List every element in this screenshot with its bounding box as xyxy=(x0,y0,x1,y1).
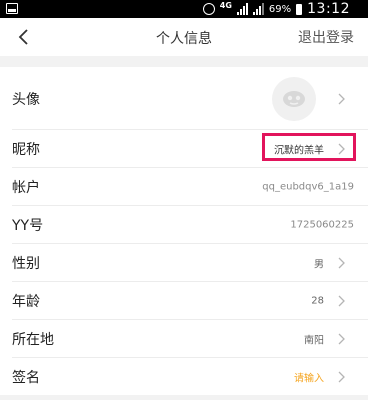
nickname-value: 沉默的羔羊 xyxy=(274,145,324,156)
signature-placeholder: 请输入 xyxy=(294,373,324,384)
row-yy-number: YY号 1725060225 xyxy=(12,206,368,244)
location-value: 南阳 xyxy=(304,335,324,346)
yy-number-value: 1725060225 xyxy=(290,219,354,230)
clock: 13:12 xyxy=(307,1,350,17)
nav-bar: 个人信息 退出登录 xyxy=(0,18,368,56)
screenshot-icon xyxy=(6,3,18,14)
row-signature[interactable]: 签名 请输入 xyxy=(12,358,368,395)
chevron-right-icon xyxy=(338,143,345,154)
logout-button[interactable]: 退出登录 xyxy=(298,27,354,47)
signal-icon-2 xyxy=(252,3,264,15)
gender-label: 性别 xyxy=(12,255,40,272)
chevron-right-icon xyxy=(338,371,345,382)
chevron-right-icon xyxy=(338,333,345,344)
row-account: 帐户 qq_eubdqv6_1a19 xyxy=(12,168,368,206)
location-label: 所在地 xyxy=(12,331,54,348)
account-value: qq_eubdqv6_1a19 xyxy=(262,181,354,192)
avatar-label: 头像 xyxy=(12,91,40,108)
gender-value: 男 xyxy=(314,259,324,270)
status-bar: 4G 69% 13:12 xyxy=(0,0,368,18)
row-nickname[interactable]: 昵称 沉默的羔羊 xyxy=(12,130,368,168)
signature-label: 签名 xyxy=(12,369,40,386)
chevron-right-icon xyxy=(338,93,345,104)
avatar[interactable] xyxy=(272,76,316,121)
back-arrow-icon[interactable] xyxy=(14,27,34,47)
row-location[interactable]: 所在地 南阳 xyxy=(12,320,368,358)
alarm-icon xyxy=(202,3,215,15)
nickname-label: 昵称 xyxy=(12,141,40,158)
default-avatar-icon xyxy=(283,90,305,107)
profile-list: 头像 昵称 沉默的羔羊 帐户 qq_eubdqv6_1a19 YY号 17250… xyxy=(0,67,368,395)
account-label: 帐户 xyxy=(12,179,40,196)
signal-icon xyxy=(236,3,248,15)
network-type: 4G xyxy=(219,1,232,10)
battery-icon xyxy=(296,3,303,15)
yy-number-label: YY号 xyxy=(12,217,44,234)
row-avatar[interactable]: 头像 xyxy=(0,67,368,130)
chevron-right-icon xyxy=(338,257,345,268)
row-gender[interactable]: 性别 男 xyxy=(12,244,368,282)
age-value: 28 xyxy=(311,295,324,306)
battery-percent: 69% xyxy=(268,3,292,15)
chevron-right-icon xyxy=(338,295,345,306)
age-label: 年龄 xyxy=(12,293,40,310)
row-age[interactable]: 年龄 28 xyxy=(12,282,368,320)
